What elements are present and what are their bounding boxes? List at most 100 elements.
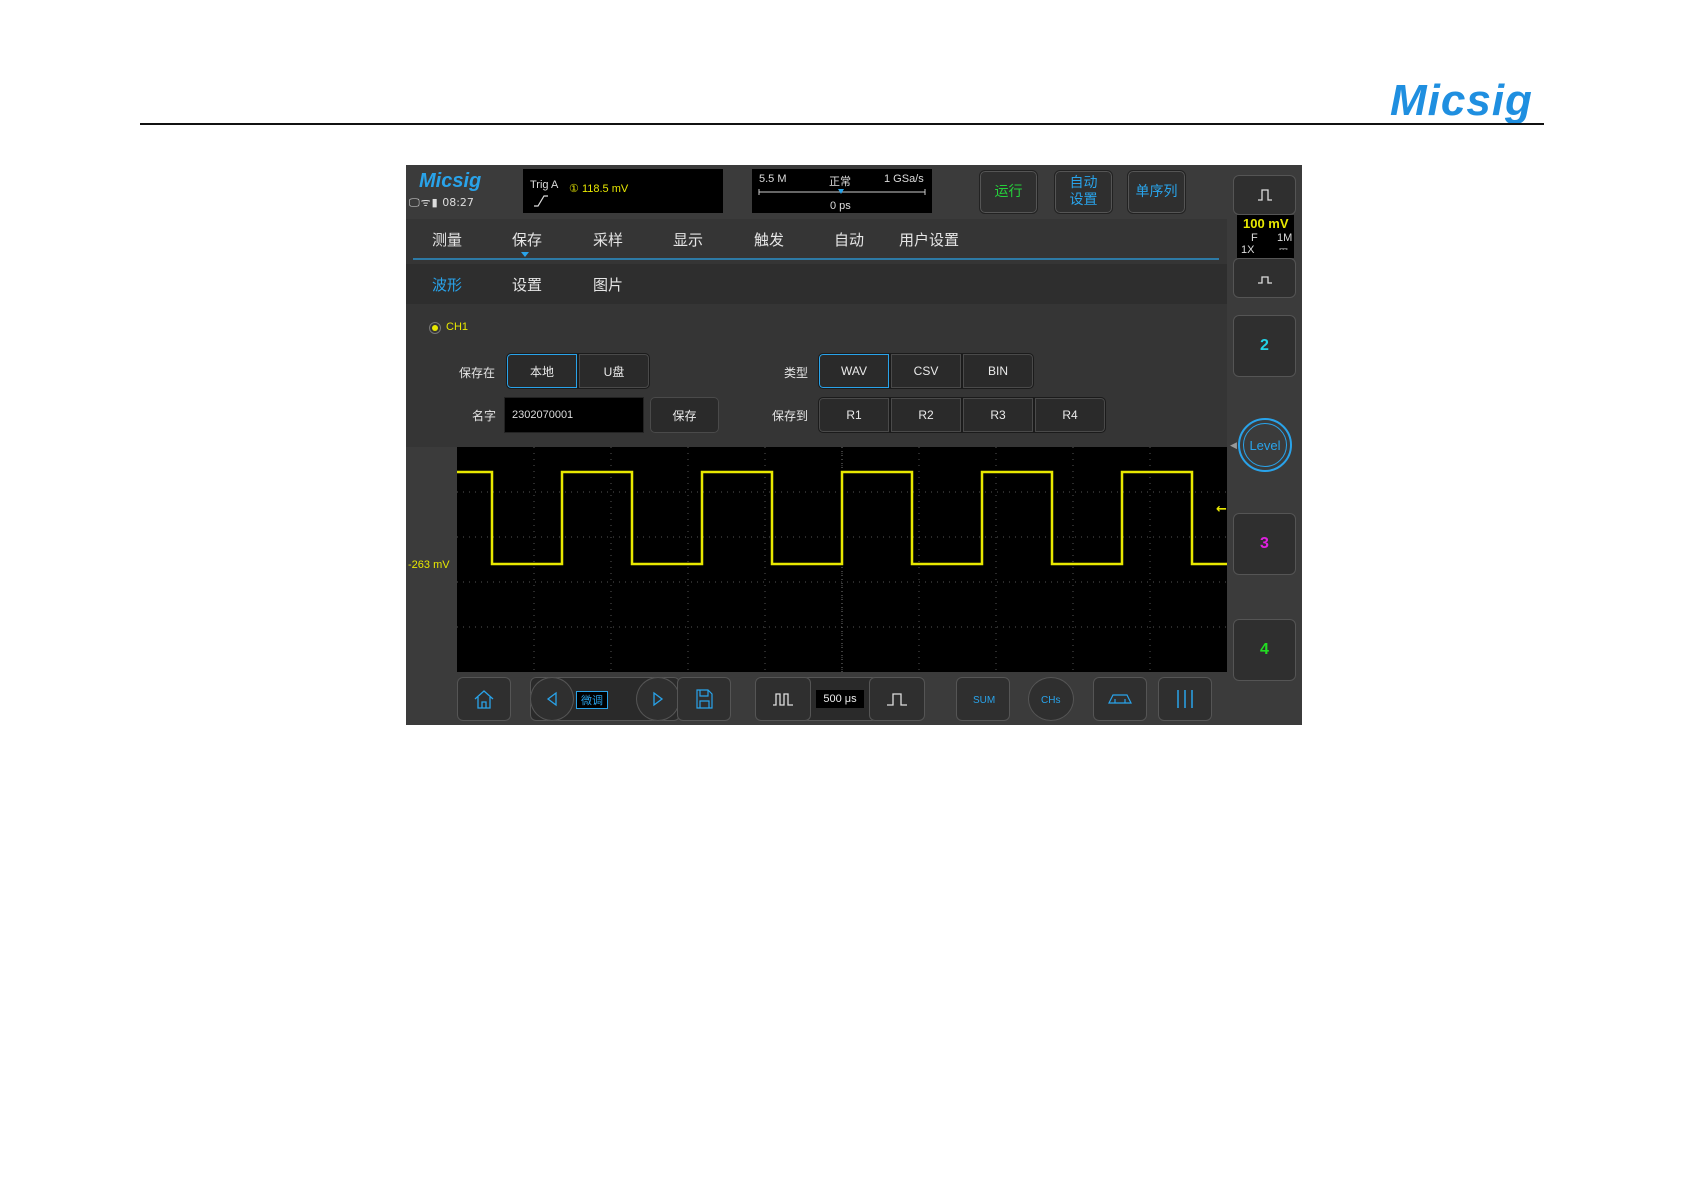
save-to-r2[interactable]: R2 — [890, 397, 962, 433]
brand-logo: Micsig — [1390, 76, 1533, 125]
timebase-dec-icon — [773, 693, 793, 706]
scope-logo: Micsig — [419, 170, 482, 192]
acquisition-info[interactable]: 5.5 M 正常 1 GSa/s 0 ps — [752, 169, 932, 213]
square-wave-icon — [1257, 189, 1272, 201]
trigger-position: 0 ps — [830, 200, 851, 212]
file-name-input[interactable]: 2302070001 — [504, 397, 644, 433]
prev-icon — [546, 691, 557, 707]
save-file-icon — [696, 689, 713, 709]
ch1-bandwidth: F — [1251, 232, 1258, 244]
battery-icon: ▮ — [431, 196, 438, 209]
ch1-label: CH1 — [446, 321, 469, 333]
type-wav[interactable]: WAV — [818, 353, 890, 389]
tab-display[interactable]: 显示 — [673, 229, 703, 250]
tab-auto[interactable]: 自动 — [834, 229, 864, 250]
ch1-offset-label: -263 mV — [408, 559, 450, 571]
file-type-selector: WAV CSV BIN — [818, 353, 1034, 389]
single-sequence-button[interactable]: 单序列 — [1127, 170, 1186, 214]
cursor-icon — [1108, 694, 1132, 704]
ch1-scale: 100 mV — [1243, 216, 1289, 231]
auto-setup-button[interactable]: 自动 设置 — [1054, 170, 1113, 214]
trigger-level-marker[interactable]: ← — [1216, 502, 1227, 517]
clock-time: 08:27 — [442, 196, 474, 209]
ch1-waveform-trace — [457, 470, 1227, 566]
header-rule — [140, 123, 1544, 125]
subtab-waveform[interactable]: 波形 — [432, 274, 462, 295]
oscilloscope-screen: Micsig 🖵ᯤ▮ 08:27 Trig A ① 118.5 mV 5.5 M… — [406, 165, 1302, 725]
next-button[interactable] — [636, 677, 680, 721]
collapse-arrow-icon[interactable]: ◀ — [1230, 441, 1237, 451]
ch1-settings-box[interactable]: 100 mV F 1M 1X ⎓ — [1237, 215, 1294, 258]
svg-text:CHs: CHs — [1041, 695, 1060, 706]
trigger-position-ruler — [758, 189, 926, 195]
save-location-usb[interactable]: U盘 — [578, 353, 650, 389]
ch1-coupling-icon: ⎓ — [1279, 243, 1288, 255]
save-location-selector: 本地 U盘 — [506, 353, 650, 389]
monitor-icon: 🖵 — [409, 196, 420, 209]
run-stop-button[interactable]: 运行 — [979, 170, 1038, 214]
square-wave-small-icon — [1257, 276, 1272, 284]
subtab-picture[interactable]: 图片 — [593, 274, 623, 295]
wifi-icon: ᯤ — [420, 196, 431, 209]
subtabs: 波形 设置 图片 — [406, 264, 1227, 304]
channels-icon: CHs — [1041, 695, 1060, 706]
next-icon — [653, 691, 664, 707]
menu-tabs: 测量 保存 采样 显示 触发 自动 用户设置 — [406, 219, 1227, 261]
tab-trigger[interactable]: 触发 — [754, 229, 784, 250]
tab-acquire[interactable]: 采样 — [593, 229, 623, 250]
type-csv[interactable]: CSV — [890, 353, 962, 389]
ch1-radio-dot — [432, 325, 438, 331]
status-icons: 🖵ᯤ▮ 08:27 — [409, 195, 475, 210]
channels-button[interactable]: CHs — [1028, 677, 1074, 721]
home-icon — [474, 690, 494, 709]
trigger-channel-icon: ① — [569, 183, 579, 195]
type-bin[interactable]: BIN — [962, 353, 1034, 389]
home-button[interactable] — [457, 677, 511, 721]
save-location-label: 保存在 — [459, 366, 496, 380]
sample-rate: 1 GSa/s — [884, 173, 924, 185]
subtab-settings[interactable]: 设置 — [512, 274, 542, 295]
tab-user-settings[interactable]: 用户设置 — [899, 229, 959, 250]
menu-bars-icon — [1177, 690, 1193, 708]
svg-text:SUM: SUM — [973, 695, 995, 706]
timebase-inc-button[interactable] — [869, 677, 925, 721]
timebase-inc-icon — [887, 693, 907, 706]
save-to-selector: R1 R2 R3 R4 — [818, 397, 1106, 433]
sum-icon: SUM — [973, 695, 995, 706]
tab-measure[interactable]: 测量 — [432, 229, 462, 250]
ch1-radio[interactable] — [429, 322, 441, 334]
timebase-dec-button[interactable] — [755, 677, 811, 721]
math-button[interactable]: SUM — [956, 677, 1010, 721]
memory-depth: 5.5 M — [759, 173, 787, 185]
level-knob[interactable]: Level — [1238, 418, 1292, 472]
ch1-scale-up-button[interactable] — [1233, 175, 1296, 215]
waveform-display[interactable] — [457, 447, 1227, 672]
trigger-info[interactable]: Trig A ① 118.5 mV — [523, 169, 723, 213]
fine-adjust-label[interactable]: 微调 — [576, 691, 608, 709]
save-to-label: 保存到 — [772, 409, 809, 423]
trigger-level-value: 118.5 mV — [581, 183, 629, 195]
timebase-value: 500 μs — [816, 690, 864, 708]
cursor-button[interactable] — [1093, 677, 1147, 721]
ch1-scale-down-button[interactable] — [1233, 258, 1296, 298]
save-file-button[interactable] — [677, 677, 731, 721]
trigger-label: Trig A — [530, 179, 559, 191]
waveform-grid — [457, 447, 1227, 672]
tab-save[interactable]: 保存 — [512, 229, 542, 250]
name-label: 名字 — [472, 409, 497, 423]
save-button[interactable]: 保存 — [650, 397, 719, 433]
save-to-r4[interactable]: R4 — [1034, 397, 1106, 433]
save-to-r1[interactable]: R1 — [818, 397, 890, 433]
ch4-button[interactable]: 4 — [1233, 619, 1296, 681]
trigger-level: ① 118.5 mV — [569, 182, 628, 195]
type-label: 类型 — [784, 366, 809, 380]
ch3-button[interactable]: 3 — [1233, 513, 1296, 575]
prev-button[interactable] — [530, 677, 574, 721]
ch1-probe: 1X — [1241, 244, 1255, 256]
rising-edge-icon — [534, 195, 548, 207]
save-to-r3[interactable]: R3 — [962, 397, 1034, 433]
ch2-button[interactable]: 2 — [1233, 315, 1296, 377]
save-location-local[interactable]: 本地 — [506, 353, 578, 389]
menu-bars-button[interactable] — [1158, 677, 1212, 721]
level-label: Level — [1243, 423, 1287, 467]
